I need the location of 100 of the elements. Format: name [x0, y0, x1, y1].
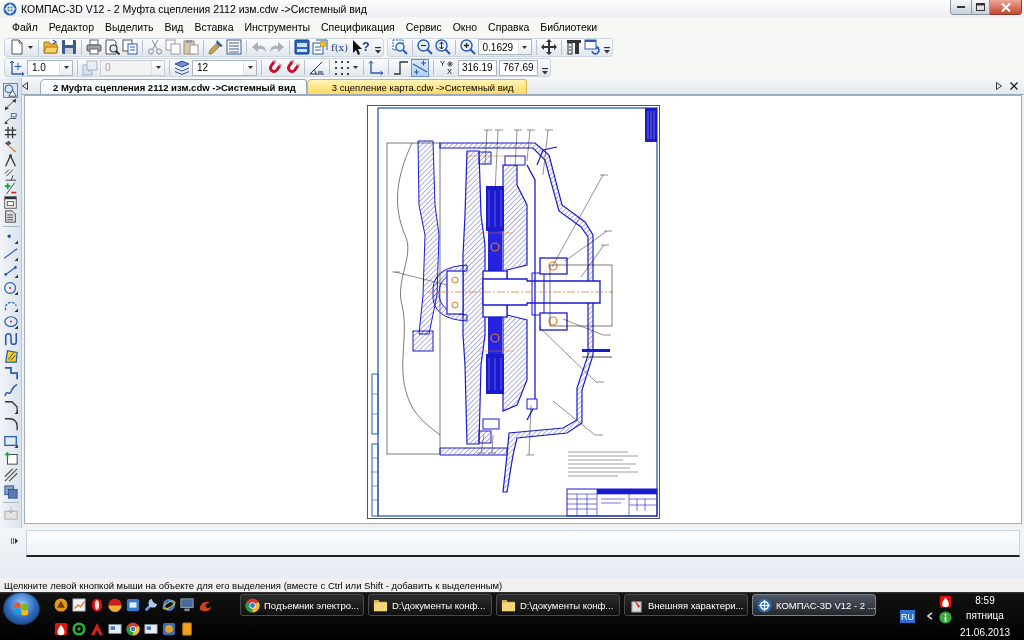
toolbar-options-icon[interactable] [603, 47, 610, 54]
caret-icon[interactable] [247, 66, 253, 69]
a-frame-icon[interactable] [90, 622, 104, 636]
leader-icon[interactable] [4, 112, 17, 125]
new-document-icon[interactable] [9, 39, 25, 55]
menu-item[interactable]: Спецификация [321, 21, 395, 33]
print-icon[interactable] [86, 39, 102, 55]
taskbar-button[interactable]: Подъемник электро... [240, 594, 364, 616]
monitor-icon[interactable] [180, 598, 194, 612]
document-tab[interactable]: 2 Муфта сцепления 2112 изм.cdw ->Системный вид [40, 79, 307, 94]
line-style-dropdown[interactable]: 1.0 [27, 59, 73, 76]
caret-icon[interactable] [28, 45, 33, 49]
half-disc-icon[interactable] [108, 598, 122, 612]
axes-icon[interactable] [368, 59, 384, 76]
drop-badge-icon[interactable] [54, 622, 68, 636]
coordinate-field[interactable]: 767.69 [499, 59, 538, 76]
chevron-icon[interactable] [927, 612, 933, 620]
axes-plus-icon[interactable] [9, 59, 25, 76]
fillet-icon[interactable] [3, 417, 18, 431]
ellipse-icon[interactable] [3, 315, 18, 329]
grid-icon[interactable] [334, 59, 350, 76]
start-button[interactable] [3, 592, 40, 625]
menu-item[interactable]: Справка [488, 21, 530, 33]
page-swap-icon[interactable] [122, 39, 138, 55]
toolbar-options-icon[interactable] [542, 67, 548, 75]
maximize-button[interactable] [972, 0, 990, 15]
shapes-icon[interactable] [4, 84, 17, 97]
close-icon[interactable] [1010, 82, 1018, 90]
zoom-frame-icon[interactable] [391, 39, 408, 55]
menu-item[interactable]: Инструменты [244, 21, 310, 33]
language-indicator[interactable]: RU [900, 610, 915, 623]
rectangle-icon[interactable] [3, 434, 18, 448]
caret-icon[interactable] [353, 66, 358, 69]
close-button[interactable] [990, 0, 1022, 15]
caret-icon[interactable] [63, 66, 69, 69]
disc-badge-icon[interactable] [162, 622, 176, 636]
window-tile-icon[interactable] [126, 598, 140, 612]
drop-badge-icon[interactable] [939, 595, 952, 608]
step-icon[interactable] [393, 59, 409, 76]
menu-item[interactable]: Вид [164, 21, 184, 33]
dimension-icon[interactable] [4, 98, 17, 111]
menu-item[interactable]: Редактор [48, 21, 95, 33]
menu-item[interactable]: Сервис [405, 21, 442, 33]
move-icon[interactable] [540, 39, 557, 55]
tools-icon[interactable] [144, 598, 158, 612]
segment-icon[interactable] [3, 264, 18, 278]
print-preview-icon[interactable] [104, 39, 120, 55]
layer-dropdown[interactable]: 12 [192, 59, 257, 76]
ring-icon[interactable] [72, 622, 86, 636]
zoom-dropdown[interactable]: 0.1629 [477, 39, 532, 55]
card-icon[interactable] [144, 622, 158, 636]
plus-minus-icon[interactable] [4, 182, 17, 195]
zoom-icon[interactable] [416, 39, 433, 55]
scissors-icon[interactable] [147, 39, 163, 55]
menu-item[interactable]: Библиотеки [540, 21, 598, 33]
scroll-right-icon[interactable] [996, 82, 1002, 90]
menu-item[interactable]: Окно [452, 21, 478, 33]
panel-icon[interactable] [294, 39, 310, 55]
menu-item[interactable]: Вставка [194, 21, 234, 33]
angle-icon[interactable] [309, 59, 325, 76]
input-field[interactable] [26, 530, 1020, 557]
curve-icon[interactable] [3, 383, 18, 397]
oval-icon[interactable] [90, 598, 104, 612]
hatch-area-icon[interactable] [3, 349, 18, 363]
magnet-icon[interactable] [284, 59, 300, 76]
globe-ring-icon[interactable] [162, 598, 176, 612]
card-icon[interactable] [108, 622, 122, 636]
circle-icon[interactable] [3, 281, 18, 295]
square-plus-icon[interactable] [3, 451, 18, 465]
triangle-badge-icon[interactable] [54, 598, 68, 612]
snap-toggle[interactable] [411, 58, 429, 77]
taskbar-button[interactable]: D:\документы конф... [496, 594, 620, 616]
toolbar-options-icon[interactable] [374, 47, 381, 54]
magnet-icon[interactable] [266, 59, 282, 76]
columns-icon[interactable] [565, 39, 582, 55]
compass-icon[interactable] [4, 154, 17, 167]
formula-button[interactable]: f(x) [330, 38, 350, 56]
help-button[interactable]: ? [351, 38, 371, 56]
layers-icon[interactable] [174, 59, 190, 76]
brush-icon[interactable] [208, 39, 224, 55]
hatch-lines-icon[interactable] [3, 468, 18, 482]
hash-icon[interactable] [4, 126, 17, 139]
refresh-icon[interactable] [583, 39, 600, 55]
taskbar-button[interactable]: КОМПАС-3D V12 - 2 ... [752, 594, 876, 616]
save-icon[interactable] [61, 39, 77, 55]
drawing-canvas[interactable] [24, 95, 1022, 524]
taskbar-button[interactable]: Внешняя характери... [624, 594, 748, 616]
line-icon[interactable] [3, 247, 18, 261]
menu-item[interactable]: Выделить [105, 21, 154, 33]
window-icon[interactable] [4, 196, 17, 209]
chamfer-icon[interactable] [3, 400, 18, 414]
document-icon[interactable] [4, 210, 17, 223]
open-folder-icon[interactable] [43, 39, 59, 55]
zoom-in-icon[interactable] [459, 39, 476, 55]
document-tab[interactable]: 3 сцепление карта.cdw ->Системный вид [306, 79, 527, 94]
menu-item[interactable]: Файл [12, 21, 38, 33]
taskbar-button[interactable]: D:\документы конф... [368, 594, 492, 616]
caret-icon[interactable] [522, 45, 527, 49]
document-badge-icon[interactable] [312, 39, 328, 55]
scroll-left-icon[interactable] [22, 82, 28, 90]
